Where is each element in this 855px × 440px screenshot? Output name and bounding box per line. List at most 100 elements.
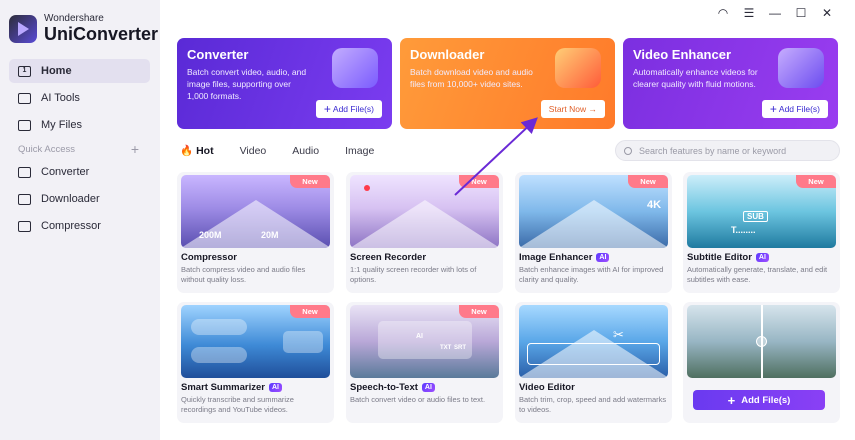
sidebar: Wondershare UniConverter 1 Home AI Tools… bbox=[0, 0, 160, 440]
card-title: Subtitle Editor AI bbox=[687, 252, 769, 263]
new-badge: New bbox=[290, 305, 330, 318]
title-text: Smart Summarizer bbox=[181, 382, 265, 393]
arrow-right-icon: → bbox=[586, 104, 597, 114]
sidebar-item-home[interactable]: 1 Home bbox=[9, 59, 150, 83]
conversion-panel-icon bbox=[378, 321, 472, 359]
maximize-icon[interactable]: ☐ bbox=[795, 6, 807, 20]
converter-add-files-button[interactable]: + Add File(s) bbox=[315, 100, 382, 118]
category-tabs: 🔥 Hot Video Audio Image bbox=[180, 144, 400, 158]
compressor-icon bbox=[18, 220, 31, 232]
ai-badge: AI bbox=[596, 253, 610, 262]
title-text: Video Editor bbox=[519, 382, 575, 393]
sidebar-item-label: Converter bbox=[41, 166, 90, 178]
window-controls: ◠ ☰ — ☐ ✕ bbox=[717, 6, 833, 20]
brand-name: UniConverter bbox=[44, 24, 159, 44]
sub-label: SUB bbox=[743, 211, 768, 222]
downloader-illustration-icon bbox=[555, 48, 601, 88]
tab-video[interactable]: Video bbox=[240, 145, 267, 157]
card-desc: Automatically generate, translate, and e… bbox=[687, 265, 828, 284]
card-desc: Batch compress video and audio files wit… bbox=[181, 265, 306, 284]
sidebar-nav: 1 Home AI Tools My Files Quick Access + … bbox=[9, 59, 150, 241]
audio-wave-icon bbox=[191, 319, 247, 335]
resolution-label: 4K bbox=[647, 199, 662, 211]
search-box[interactable] bbox=[615, 140, 840, 161]
title-text: Image Enhancer bbox=[519, 252, 593, 263]
card-desc: 1:1 quality screen recorder with lots of… bbox=[350, 265, 477, 284]
video-enhancer-illustration-icon bbox=[778, 48, 824, 88]
title-text: Compressor bbox=[181, 252, 237, 263]
sidebar-item-label: AI Tools bbox=[41, 92, 80, 104]
button-label: Start Now bbox=[548, 104, 587, 114]
sidebar-item-label: Compressor bbox=[41, 220, 101, 232]
button-label: Add File(s) bbox=[778, 104, 820, 114]
card-desc: Batch enhance images with AI for improve… bbox=[519, 265, 664, 284]
new-badge: New bbox=[628, 175, 668, 188]
card-title: Smart Summarizer AI bbox=[181, 382, 282, 393]
sidebar-item-downloader[interactable]: Downloader bbox=[9, 187, 150, 211]
search-input[interactable] bbox=[639, 145, 829, 156]
headset-icon[interactable]: ◠ bbox=[717, 6, 729, 20]
converter-card[interactable]: Converter Batch convert video, audio, an… bbox=[177, 38, 392, 129]
srt-label: SRT bbox=[454, 345, 466, 351]
video-enhancer-title: Video Enhancer bbox=[633, 47, 732, 62]
new-badge: New bbox=[290, 175, 330, 188]
compressor-tool-card[interactable]: 200M 20M New Compressor Batch compress v… bbox=[177, 172, 334, 293]
video-enhancer-add-files-button[interactable]: + Add File(s) bbox=[761, 100, 828, 118]
ai-badge: AI bbox=[421, 383, 435, 392]
summary-doc-icon bbox=[283, 331, 323, 353]
smart-summarizer-tool-card[interactable]: New Smart Summarizer AI Quickly transcrib… bbox=[177, 302, 334, 423]
brand-name-small: Wondershare bbox=[44, 13, 104, 24]
downloader-title: Downloader bbox=[410, 47, 485, 62]
tab-hot[interactable]: 🔥 Hot bbox=[180, 144, 214, 157]
home-icon: 1 bbox=[18, 65, 31, 77]
sidebar-item-ai-tools[interactable]: AI Tools bbox=[9, 86, 150, 110]
card-desc: Batch trim, crop, speed and add watermar… bbox=[519, 395, 667, 414]
subtitle-text-label: T........ bbox=[731, 225, 756, 235]
converter-icon bbox=[18, 166, 31, 178]
sidebar-item-my-files[interactable]: My Files bbox=[9, 113, 150, 137]
ai-tag-label: AI bbox=[416, 333, 423, 340]
downloader-desc: Batch download video and audio files fro… bbox=[410, 67, 533, 89]
mountain-image bbox=[519, 200, 668, 248]
new-badge: New bbox=[796, 175, 836, 188]
subtitle-editor-tool-card[interactable]: SUB T........ New Subtitle Editor AI Auto… bbox=[683, 172, 840, 293]
screen-recorder-tool-card[interactable]: New Screen Recorder 1:1 quality screen r… bbox=[346, 172, 503, 293]
image-enhancer-tool-card[interactable]: 4K New Image Enhancer AI Batch enhance im… bbox=[515, 172, 672, 293]
new-badge: New bbox=[459, 305, 499, 318]
plus-icon: + bbox=[727, 392, 736, 408]
plus-icon: + bbox=[769, 102, 777, 116]
close-icon[interactable]: ✕ bbox=[821, 6, 833, 20]
quick-access-label: Quick Access bbox=[18, 143, 76, 155]
size-from-label: 200M bbox=[199, 230, 222, 240]
txt-label: TXT bbox=[440, 345, 452, 351]
card-title: Screen Recorder bbox=[350, 252, 426, 263]
tab-audio[interactable]: Audio bbox=[292, 145, 319, 157]
title-text: Subtitle Editor bbox=[687, 252, 752, 263]
audio-wave-icon bbox=[191, 347, 247, 363]
downloader-start-now-button[interactable]: Start Now → bbox=[540, 100, 605, 118]
card-title: Image Enhancer AI bbox=[519, 252, 610, 263]
sidebar-item-label: Downloader bbox=[41, 193, 100, 205]
ai-tools-icon bbox=[18, 92, 31, 104]
ai-badge: AI bbox=[755, 253, 769, 262]
menu-icon[interactable]: ☰ bbox=[743, 6, 755, 20]
minimize-icon[interactable]: — bbox=[769, 6, 781, 20]
video-enhancer-card[interactable]: Video Enhancer Automatically enhance vid… bbox=[623, 38, 838, 129]
brand: Wondershare UniConverter bbox=[9, 14, 158, 43]
ai-badge: AI bbox=[268, 383, 282, 392]
add-quick-access-icon[interactable]: + bbox=[131, 141, 139, 157]
converter-illustration-icon bbox=[332, 48, 378, 88]
tab-image[interactable]: Image bbox=[345, 145, 374, 157]
speech-to-text-tool-card[interactable]: AI TXT SRT New Speech-to-Text AI Batch co… bbox=[346, 302, 503, 423]
title-text: Screen Recorder bbox=[350, 252, 427, 263]
timeline-icon bbox=[527, 343, 660, 365]
sidebar-item-converter[interactable]: Converter bbox=[9, 160, 150, 184]
downloader-icon bbox=[18, 193, 31, 205]
sidebar-item-compressor[interactable]: Compressor bbox=[9, 214, 150, 238]
mountain-image bbox=[181, 200, 330, 248]
video-editor-tool-card[interactable]: ✂ Video Editor Batch trim, crop, speed a… bbox=[515, 302, 672, 423]
add-files-button[interactable]: + Add File(s) bbox=[693, 390, 825, 410]
downloader-card[interactable]: Downloader Batch download video and audi… bbox=[400, 38, 615, 129]
record-dot-icon bbox=[364, 185, 370, 191]
mountain-image bbox=[350, 200, 499, 248]
